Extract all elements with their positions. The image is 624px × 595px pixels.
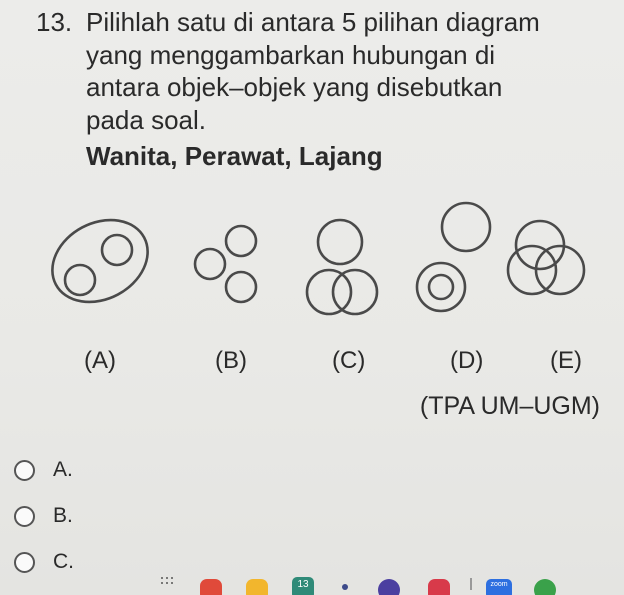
option-b[interactable]: B.: [14, 493, 74, 539]
radio-button[interactable]: [14, 551, 35, 573]
zoom-app-icon[interactable]: zoom: [486, 579, 512, 595]
question-keywords: Wanita, Perawat, Lajang: [86, 141, 383, 171]
diagram-label-d: (D): [450, 347, 484, 374]
diagram-e: [506, 219, 586, 296]
question-line: yang menggambarkan hubungan di: [86, 39, 496, 70]
answer-options: A. B. C.: [14, 447, 74, 585]
camera-app-icon[interactable]: [428, 579, 450, 595]
diagram-label-a: (A): [84, 347, 116, 374]
radio-button[interactable]: [14, 505, 35, 527]
question-line: antara objek–objek yang disebutkan: [86, 72, 503, 102]
green-app-icon[interactable]: [534, 579, 556, 595]
option-label: B.: [53, 504, 73, 527]
question-text: Pilihlah satu di antara 5 pilihan diagra…: [86, 6, 616, 136]
question: 13. Pilihlah satu di antara 5 pilihan di…: [36, 6, 616, 173]
diagram-label-e: (E): [550, 347, 582, 374]
diagram-labels: (A) (B) (C) (D) (E): [0, 347, 624, 383]
diagram-label-c: (C): [332, 347, 366, 374]
apps-grid-icon[interactable]: [160, 577, 174, 593]
calendar-icon[interactable]: 13: [292, 577, 314, 595]
question-number: 13.: [36, 7, 73, 37]
yellow-app-icon[interactable]: [246, 579, 268, 595]
venn-diagrams: [51, 201, 586, 316]
diagram-a: [51, 218, 149, 304]
dot-icon: [342, 584, 348, 590]
option-label: C.: [53, 550, 74, 573]
radio-button[interactable]: [14, 459, 35, 481]
question-line: pada soal.: [86, 104, 206, 135]
red-app-icon[interactable]: [200, 579, 222, 595]
option-label: A.: [53, 458, 73, 481]
question-source: (TPA UM–UGM): [419, 392, 600, 420]
calendar-day: 13: [292, 577, 314, 595]
zoom-label: zoom: [486, 579, 512, 595]
question-line: Pilihlah satu di antara 5 pilihan diagra…: [86, 7, 540, 37]
option-a[interactable]: A.: [14, 447, 74, 493]
separator-icon: [470, 578, 472, 590]
purple-app-icon[interactable]: [378, 579, 400, 595]
diagram-d: [415, 201, 492, 313]
diagram-c: [305, 218, 379, 316]
bottom-toolbar: 13 zoom: [0, 577, 624, 595]
diagram-label-b: (B): [215, 347, 247, 374]
diagram-b: [193, 224, 258, 304]
